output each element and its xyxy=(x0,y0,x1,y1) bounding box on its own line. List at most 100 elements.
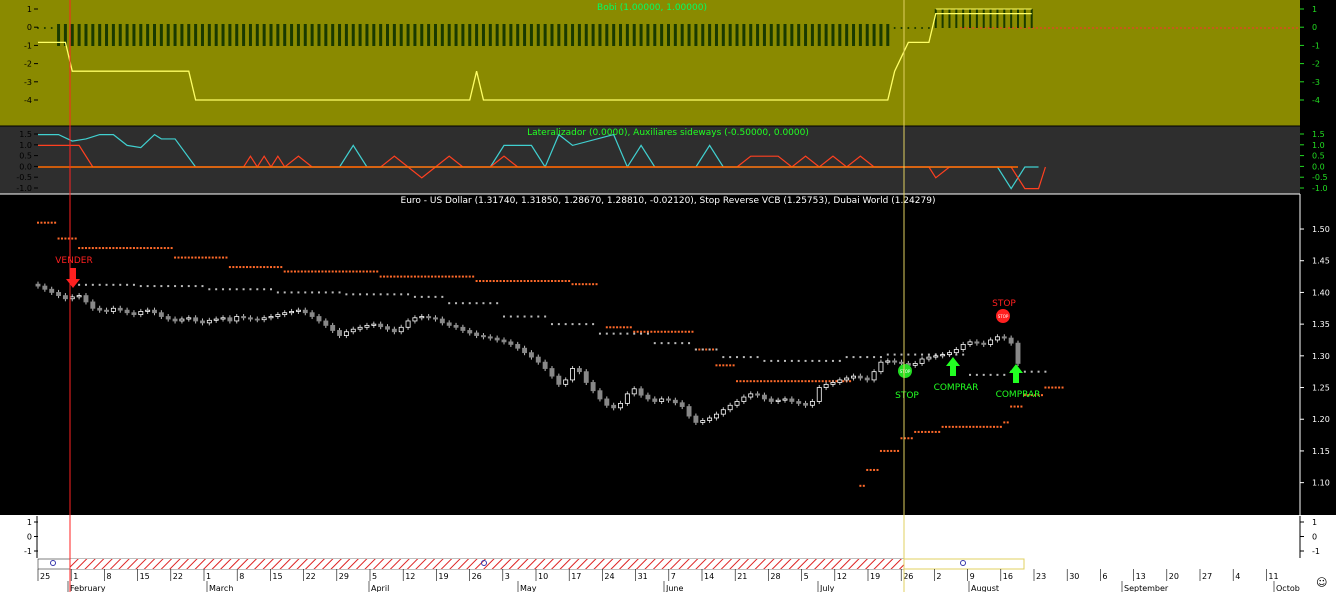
x-day-label: 19 xyxy=(438,572,448,581)
stop-orange-dot xyxy=(684,330,687,333)
panel1-bar xyxy=(235,24,239,46)
y-tick-label: 1.10 xyxy=(1312,479,1330,488)
candle-down xyxy=(761,394,767,400)
stop-orange-dot xyxy=(252,266,255,269)
panel1-bar xyxy=(228,24,232,46)
y-tick-label: 1.35 xyxy=(1312,320,1330,329)
panel1-bar xyxy=(105,24,109,46)
timeline-hatched-range[interactable] xyxy=(70,559,904,569)
panel1-bar xyxy=(975,9,978,28)
panel1-bar xyxy=(255,24,259,46)
panel1-bar xyxy=(372,24,376,46)
stop-white-dot xyxy=(879,356,882,359)
stop-orange-dot xyxy=(729,364,732,367)
stop-orange-dot xyxy=(924,430,927,433)
stop-orange-dot xyxy=(557,280,560,283)
stop-white-dot xyxy=(921,353,924,356)
stop-orange-dot xyxy=(64,237,67,240)
stop-orange-dot xyxy=(174,256,177,259)
panel1-bar xyxy=(721,24,725,46)
candle-down xyxy=(241,316,247,319)
stop-orange-dot xyxy=(307,270,310,273)
stop-orange-dot xyxy=(431,275,434,278)
candle-up xyxy=(947,352,952,355)
panel4-bg[interactable] xyxy=(38,516,1300,558)
x-day-label: 25 xyxy=(40,572,50,581)
panel1-bar xyxy=(433,24,437,46)
candle-down xyxy=(309,312,315,317)
stop-orange-dot xyxy=(290,270,293,273)
panel1-bar xyxy=(214,24,218,46)
stop-white-dot xyxy=(838,359,841,362)
x-day-label: 8 xyxy=(106,572,111,581)
stop-white-dot xyxy=(489,302,492,305)
x-day-label: 3 xyxy=(505,572,510,581)
panel1-bar xyxy=(969,9,972,28)
stop-orange-dot xyxy=(112,247,115,250)
x-day-label: 26 xyxy=(472,572,482,581)
stop-white-dot xyxy=(222,288,225,291)
stop-orange-dot xyxy=(283,270,286,273)
stop-orange-dot xyxy=(712,348,715,351)
stop-orange-dot xyxy=(674,330,677,333)
stop-orange-dot xyxy=(386,275,389,278)
candle-down xyxy=(899,361,904,364)
stop-white-dot xyxy=(619,332,622,335)
stop-orange-dot xyxy=(499,280,502,283)
stop-white-dot xyxy=(482,302,485,305)
stop-white-dot xyxy=(564,323,567,326)
stop-orange-dot xyxy=(256,266,259,269)
panel1-bar xyxy=(358,24,362,46)
stop-orange-dot xyxy=(410,275,413,278)
x-day-label: 22 xyxy=(173,572,183,581)
x-day-label: 30 xyxy=(1069,572,1079,581)
panel1-bar xyxy=(303,24,307,46)
panel3-bg[interactable] xyxy=(0,194,1300,515)
panel1-bar xyxy=(447,24,451,46)
candle-down xyxy=(172,318,178,322)
panel1-bar xyxy=(824,24,828,46)
x-month-label: June xyxy=(665,584,684,592)
stop-orange-dot xyxy=(670,330,673,333)
stop-orange-dot xyxy=(828,380,831,383)
stop-orange-dot xyxy=(413,275,416,278)
candle-down xyxy=(803,402,809,406)
stop-orange-dot xyxy=(869,468,872,471)
stop-orange-dot xyxy=(98,247,101,250)
stop-orange-dot xyxy=(376,270,379,273)
panel1-bar xyxy=(557,24,561,46)
stop-white-dot xyxy=(715,348,718,351)
stop-orange-dot xyxy=(753,380,756,383)
stop-white-dot xyxy=(852,356,855,359)
stop-orange-dot xyxy=(403,275,406,278)
stop-orange-dot xyxy=(444,275,447,278)
y-tick-label: 0 xyxy=(1312,23,1317,32)
stop-orange-dot xyxy=(1020,405,1023,408)
stop-orange-dot xyxy=(941,425,944,428)
stop-orange-dot xyxy=(369,270,372,273)
candle-up xyxy=(775,399,781,402)
candle-up xyxy=(631,388,637,395)
stop-orange-dot xyxy=(407,275,410,278)
stop-white-dot xyxy=(612,332,615,335)
smiley-icon[interactable]: ☺ xyxy=(1316,576,1327,589)
y-tick-label: -2 xyxy=(24,60,32,69)
stop-orange-dot xyxy=(705,348,708,351)
candle-down xyxy=(49,288,55,293)
stop-white-dot xyxy=(441,295,444,298)
candle-down xyxy=(981,342,987,345)
stop-orange-dot xyxy=(496,280,499,283)
stop-orange-dot xyxy=(198,256,201,259)
y-tick-label: 1.50 xyxy=(1312,225,1330,234)
panel1-bar xyxy=(290,24,294,46)
x-day-label: 19 xyxy=(870,572,880,581)
panel1-bg[interactable] xyxy=(0,0,1300,126)
stop-orange-dot xyxy=(372,270,375,273)
x-day-label: 12 xyxy=(405,572,415,581)
panel1-bar xyxy=(481,24,485,46)
stop-white-dot xyxy=(777,359,780,362)
panel1-bar xyxy=(625,24,629,46)
x-month-label: March xyxy=(209,584,233,592)
stop-orange-dot xyxy=(900,437,903,440)
panel1-bar xyxy=(420,24,424,46)
